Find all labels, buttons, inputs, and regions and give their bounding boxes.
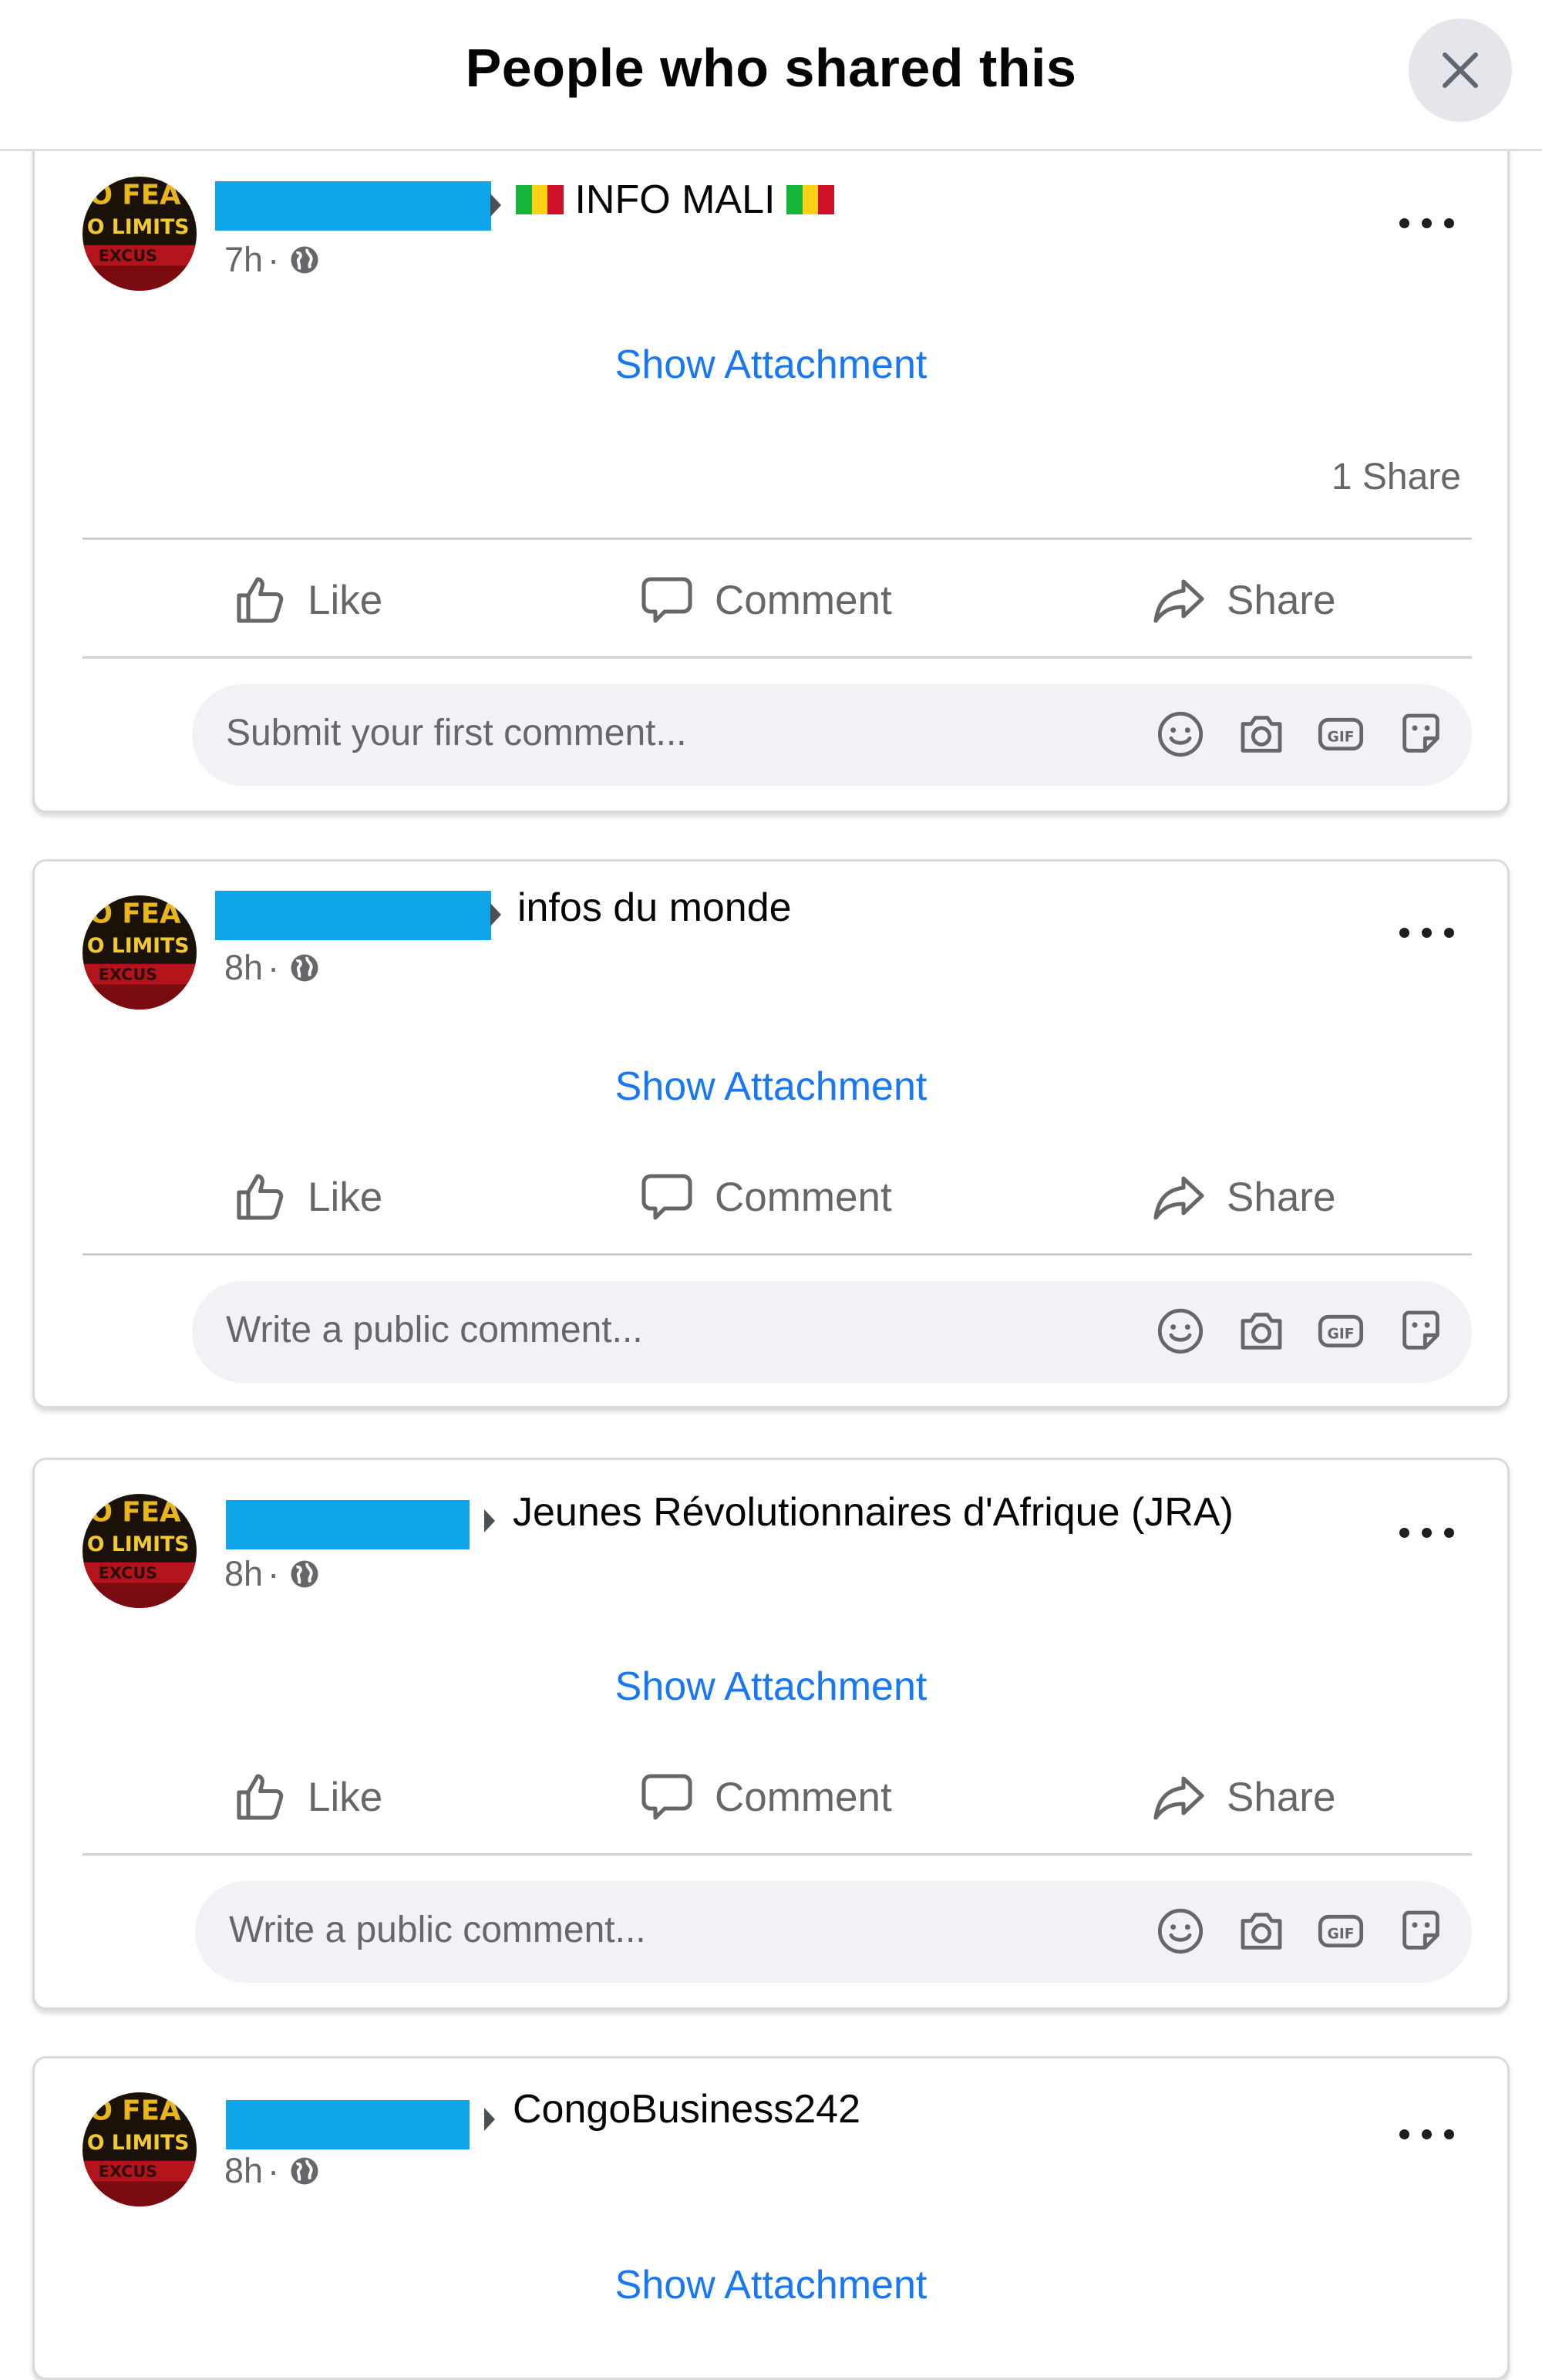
shared-post-card: INFO MALI 7h · Show Attachment 1 Share L… — [32, 116, 1510, 813]
post-time[interactable]: 8h — [224, 1554, 263, 1594]
comment-bubble-icon — [639, 1769, 695, 1825]
comment-input[interactable]: Submit your first comment... — [192, 684, 1472, 786]
show-attachment-link[interactable]: Show Attachment — [35, 1064, 1507, 1110]
globe-icon — [288, 1558, 321, 1590]
show-attachment-link[interactable]: Show Attachment — [35, 342, 1507, 388]
avatar[interactable] — [82, 2092, 197, 2206]
share-button[interactable]: Share — [1151, 558, 1335, 642]
shared-post-card: CongoBusiness242 8h · Show Attachment — [32, 2056, 1510, 2380]
mali-flag-icon — [786, 185, 834, 214]
shared-to-target[interactable]: CongoBusiness242 — [513, 2086, 860, 2132]
camera-icon[interactable] — [1237, 1306, 1286, 1356]
comment-placeholder: Submit your first comment... — [226, 713, 687, 753]
more-options-button[interactable] — [1392, 2115, 1463, 2154]
show-attachment-link[interactable]: Show Attachment — [35, 2262, 1507, 2308]
sticker-icon[interactable] — [1396, 1906, 1446, 1956]
gif-icon[interactable] — [1316, 710, 1365, 759]
post-time[interactable]: 8h — [224, 948, 263, 988]
shared-to-target[interactable]: Jeunes Révolutionnaires d'Afrique (JRA) — [513, 1489, 1234, 1536]
post-meta: 8h · — [224, 1554, 321, 1594]
like-button[interactable]: Like — [232, 1755, 382, 1839]
like-button[interactable]: Like — [232, 1155, 382, 1239]
divider — [82, 1253, 1472, 1256]
share-arrow-icon — [1151, 572, 1207, 628]
redacted-author-name[interactable] — [226, 1500, 470, 1549]
close-button[interactable] — [1409, 19, 1512, 122]
show-attachment-link[interactable]: Show Attachment — [35, 1664, 1507, 1710]
emoji-icon[interactable] — [1156, 1906, 1205, 1956]
dialog-title: People who shared this — [465, 38, 1077, 98]
share-button[interactable]: Share — [1151, 1155, 1335, 1239]
redacted-author-name[interactable] — [226, 2100, 470, 2149]
comment-input[interactable]: Write a public comment... — [192, 1281, 1472, 1383]
sticker-icon[interactable] — [1396, 1306, 1446, 1356]
divider — [82, 656, 1472, 659]
globe-icon — [288, 2155, 321, 2187]
post-time[interactable]: 7h — [224, 240, 263, 280]
caret-right-icon — [482, 1508, 497, 1534]
dialog-header: People who shared this — [0, 0, 1542, 151]
emoji-icon[interactable] — [1156, 710, 1205, 759]
caret-right-icon — [482, 2106, 497, 2132]
shared-to-target[interactable]: infos du monde — [517, 885, 792, 931]
shared-to-target[interactable]: INFO MALI — [516, 177, 834, 223]
divider — [82, 538, 1472, 540]
gif-icon[interactable] — [1316, 1906, 1365, 1956]
share-count[interactable]: 1 Share — [1332, 456, 1461, 498]
globe-icon — [288, 244, 321, 276]
avatar[interactable] — [82, 177, 197, 291]
comment-placeholder: Write a public comment... — [229, 1910, 646, 1950]
camera-icon[interactable] — [1237, 710, 1286, 759]
more-options-button[interactable] — [1392, 204, 1463, 243]
globe-icon — [288, 952, 321, 984]
thumbs-up-icon — [232, 1169, 288, 1225]
more-options-button[interactable] — [1392, 914, 1463, 952]
caret-right-icon — [488, 902, 503, 928]
thumbs-up-icon — [232, 572, 288, 628]
more-options-button[interactable] — [1392, 1514, 1463, 1552]
emoji-icon[interactable] — [1156, 1306, 1205, 1356]
gif-icon[interactable] — [1316, 1306, 1365, 1356]
comment-bubble-icon — [639, 572, 695, 628]
caret-right-icon — [488, 192, 503, 218]
post-meta: 8h · — [224, 2151, 321, 2191]
share-arrow-icon — [1151, 1769, 1207, 1825]
mali-flag-icon — [516, 185, 564, 214]
comment-bubble-icon — [639, 1169, 695, 1225]
shared-post-card: infos du monde 8h · Show Attachment Like… — [32, 859, 1510, 1408]
comment-button[interactable]: Comment — [639, 558, 892, 642]
divider — [82, 1853, 1472, 1856]
redacted-author-name[interactable] — [215, 891, 491, 940]
comment-input[interactable]: Write a public comment... — [195, 1881, 1472, 1983]
avatar[interactable] — [82, 895, 197, 1010]
avatar[interactable] — [82, 1494, 197, 1608]
post-meta: 7h · — [224, 240, 321, 280]
thumbs-up-icon — [232, 1769, 288, 1825]
sticker-icon[interactable] — [1396, 710, 1446, 759]
like-button[interactable]: Like — [232, 558, 382, 642]
post-meta: 8h · — [224, 948, 321, 988]
shared-post-card: Jeunes Révolutionnaires d'Afrique (JRA) … — [32, 1458, 1510, 2010]
share-button[interactable]: Share — [1151, 1755, 1335, 1839]
close-icon — [1443, 52, 1478, 88]
comment-placeholder: Write a public comment... — [226, 1310, 643, 1350]
post-time[interactable]: 8h — [224, 2151, 263, 2191]
camera-icon[interactable] — [1237, 1906, 1286, 1956]
redacted-author-name[interactable] — [215, 181, 491, 231]
comment-button[interactable]: Comment — [639, 1155, 892, 1239]
share-arrow-icon — [1151, 1169, 1207, 1225]
comment-button[interactable]: Comment — [639, 1755, 892, 1839]
